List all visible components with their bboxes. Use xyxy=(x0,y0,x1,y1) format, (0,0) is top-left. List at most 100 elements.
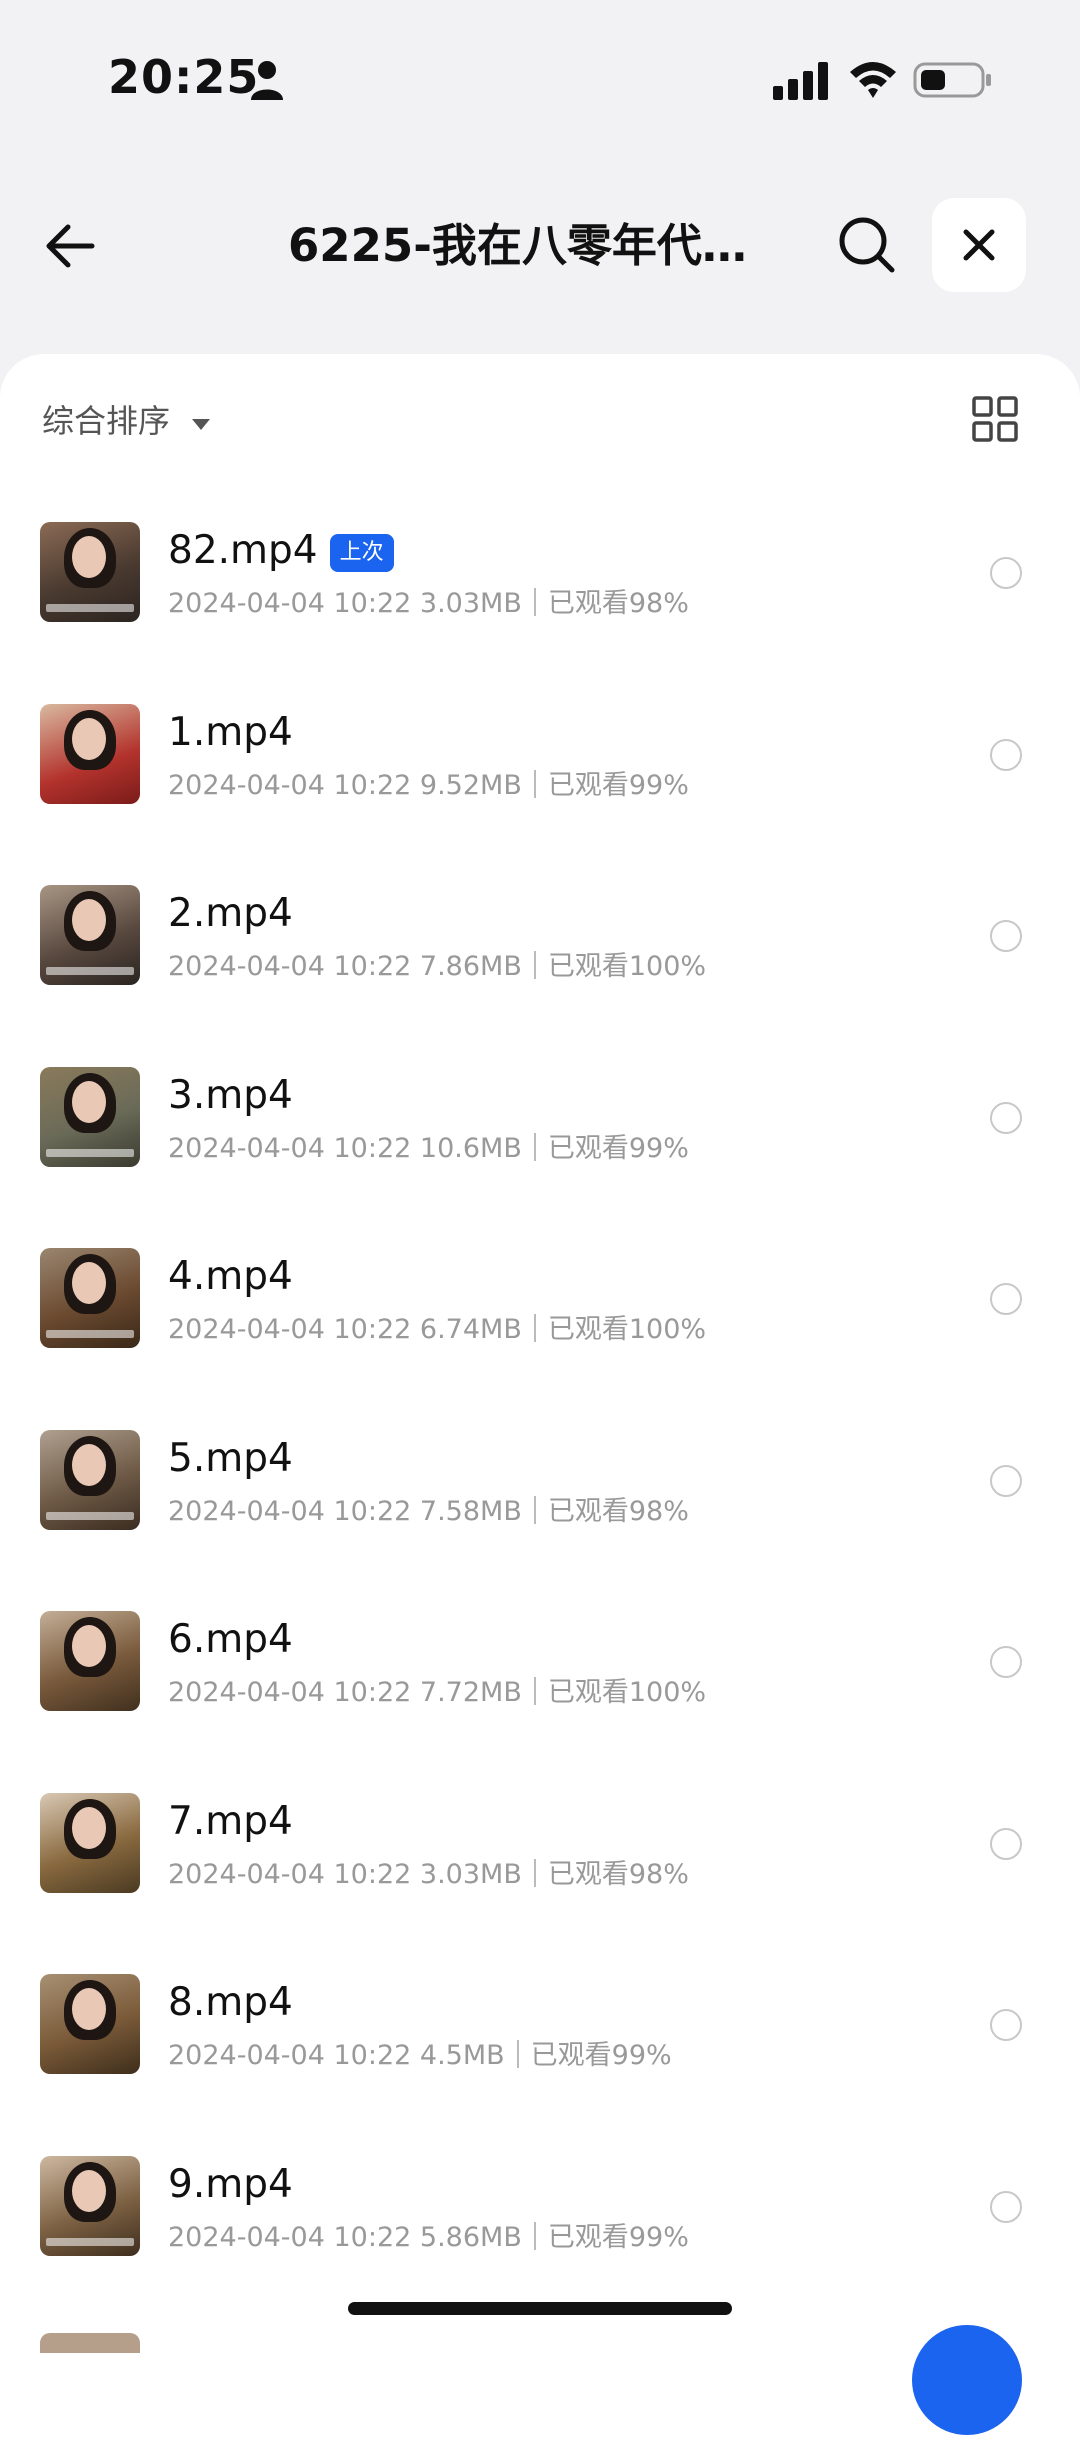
video-thumbnail xyxy=(40,1611,140,1711)
video-thumbnail xyxy=(40,2155,140,2256)
select-radio[interactable] xyxy=(990,557,1022,589)
separator xyxy=(533,1132,536,1161)
video-thumbnail xyxy=(40,2333,140,2353)
header-bar: 6225-我在八零年代当... xyxy=(0,190,1080,300)
watch-progress: 已观看99% xyxy=(547,2221,689,2253)
select-radio[interactable] xyxy=(990,1827,1022,1860)
watch-progress: 已观看99% xyxy=(530,2040,672,2071)
separator xyxy=(533,951,536,979)
cellular-signal-icon xyxy=(773,62,828,100)
separator xyxy=(533,588,536,616)
file-size: 7.72MB xyxy=(419,1677,522,1708)
wifi-icon xyxy=(850,62,896,98)
file-row[interactable]: 82.mp4 上次 2024-04-04 10:22 3.03MB 已观看98% xyxy=(0,504,1080,686)
file-meta: 2024-04-04 10:22 7.58MB 已观看98% xyxy=(168,1492,689,1532)
close-button[interactable] xyxy=(932,198,1026,292)
video-thumbnail xyxy=(40,1792,140,1893)
file-date: 2024-04-04 10:22 xyxy=(168,1495,412,1527)
home-indicator[interactable] xyxy=(348,2302,732,2315)
watch-progress: 已观看99% xyxy=(547,1132,689,1164)
sort-dropdown[interactable]: 综合排序 xyxy=(42,396,211,446)
file-row[interactable]: 2.mp4 2024-04-04 10:22 7.86MB 已观看100% xyxy=(0,867,1080,1049)
last-watched-badge: 上次 xyxy=(329,534,394,572)
file-meta: 2024-04-04 10:22 3.03MB 已观看98% xyxy=(168,1855,689,1895)
file-name: 2.mp4 xyxy=(168,891,293,936)
file-name: 82.mp4 xyxy=(168,528,318,573)
file-name: 5.mp4 xyxy=(168,1435,293,1481)
file-row[interactable]: 3.mp4 2024-04-04 10:22 10.6MB 已观看99% xyxy=(0,1049,1080,1231)
video-thumbnail xyxy=(40,1066,140,1167)
file-date: 2024-04-04 10:22 xyxy=(168,588,412,619)
file-size: 7.58MB xyxy=(419,1495,522,1527)
video-thumbnail xyxy=(40,885,140,985)
person-icon xyxy=(251,61,283,100)
select-radio[interactable] xyxy=(990,1101,1022,1134)
select-radio[interactable] xyxy=(990,738,1022,771)
file-row[interactable]: 9.mp4 2024-04-04 10:22 5.86MB 已观看99% xyxy=(0,2138,1080,2320)
video-thumbnail xyxy=(40,522,140,622)
file-name: 4.mp4 xyxy=(168,1254,293,1299)
file-row[interactable]: 7.mp4 2024-04-04 10:22 3.03MB 已观看98% xyxy=(0,1775,1080,1957)
file-row[interactable]: 5.mp4 2024-04-04 10:22 7.58MB 已观看98% xyxy=(0,1412,1080,1594)
file-list: 82.mp4 上次 2024-04-04 10:22 3.03MB 已观看98% 1… xyxy=(0,504,1080,2319)
file-row[interactable]: 4.mp4 2024-04-04 10:22 6.74MB 已观看100% xyxy=(0,1230,1080,1412)
file-list-card: 综合排序 82.mp4 上次 2024-04-04 10:22 3.03MB 已观看… xyxy=(0,354,1080,2454)
file-date: 2024-04-04 10:22 xyxy=(168,1677,412,1708)
file-meta: 2024-04-04 10:22 7.86MB 已观看100% xyxy=(168,947,706,987)
file-date: 2024-04-04 10:22 xyxy=(168,2040,412,2071)
select-radio[interactable] xyxy=(990,2190,1022,2223)
file-size: 3.03MB xyxy=(419,1858,522,1890)
separator xyxy=(533,1314,536,1342)
separator xyxy=(533,2221,536,2250)
file-date: 2024-04-04 10:22 xyxy=(168,769,412,801)
separator xyxy=(533,1495,536,1524)
status-bar: 20:25 xyxy=(0,0,1080,150)
watch-progress: 已观看100% xyxy=(547,1314,707,1345)
file-date: 2024-04-04 10:22 xyxy=(168,1314,412,1345)
search-icon[interactable] xyxy=(836,214,898,276)
file-name: 3.mp4 xyxy=(168,1072,293,1118)
select-radio[interactable] xyxy=(990,2009,1022,2041)
video-thumbnail xyxy=(40,1248,140,1348)
file-meta: 2024-04-04 10:22 5.86MB 已观看99% xyxy=(168,2218,689,2258)
file-row[interactable]: 6.mp4 2024-04-04 10:22 7.72MB 已观看100% xyxy=(0,1593,1080,1775)
watch-progress: 已观看98% xyxy=(547,1495,689,1527)
file-row[interactable]: 1.mp4 2024-04-04 10:22 9.52MB 已观看99% xyxy=(0,686,1080,868)
file-name: 1.mp4 xyxy=(168,709,293,755)
file-meta: 2024-04-04 10:22 7.72MB 已观看100% xyxy=(168,1673,706,1713)
separator xyxy=(516,2040,519,2068)
file-date: 2024-04-04 10:22 xyxy=(168,2221,412,2253)
watch-progress: 已观看100% xyxy=(547,951,707,982)
file-size: 9.52MB xyxy=(419,769,522,801)
status-time: 20:25 xyxy=(108,50,260,104)
video-thumbnail xyxy=(40,703,140,804)
select-radio[interactable] xyxy=(990,920,1022,952)
separator xyxy=(533,769,536,798)
separator xyxy=(533,1858,536,1887)
close-icon xyxy=(963,229,995,261)
video-thumbnail xyxy=(40,1974,140,2074)
file-meta: 2024-04-04 10:22 6.74MB 已观看100% xyxy=(168,1310,706,1350)
page-title: 6225-我在八零年代当... xyxy=(288,219,788,272)
watch-progress: 已观看99% xyxy=(547,769,689,801)
file-size: 5.86MB xyxy=(419,2221,522,2253)
file-name: 8.mp4 xyxy=(168,1980,293,2025)
file-size: 7.86MB xyxy=(419,951,522,982)
file-date: 2024-04-04 10:22 xyxy=(168,1132,412,1164)
file-name: 9.mp4 xyxy=(168,2161,293,2207)
file-date: 2024-04-04 10:22 xyxy=(168,951,412,982)
back-arrow-icon[interactable] xyxy=(40,215,102,277)
sort-label: 综合排序 xyxy=(42,402,171,440)
grid-view-icon[interactable] xyxy=(972,396,1018,442)
file-row[interactable]: 8.mp4 2024-04-04 10:22 4.5MB 已观看99% xyxy=(0,1956,1080,2138)
select-radio[interactable] xyxy=(990,1464,1022,1497)
floating-action-button[interactable] xyxy=(912,2325,1022,2435)
select-radio[interactable] xyxy=(990,1283,1022,1315)
file-meta: 2024-04-04 10:22 10.6MB 已观看99% xyxy=(168,1129,689,1169)
caret-down-icon xyxy=(192,419,211,430)
file-size: 10.6MB xyxy=(419,1132,522,1164)
file-size: 6.74MB xyxy=(419,1314,522,1345)
separator xyxy=(533,1677,536,1705)
select-radio[interactable] xyxy=(990,1646,1022,1678)
watch-progress: 已观看100% xyxy=(547,1677,707,1708)
